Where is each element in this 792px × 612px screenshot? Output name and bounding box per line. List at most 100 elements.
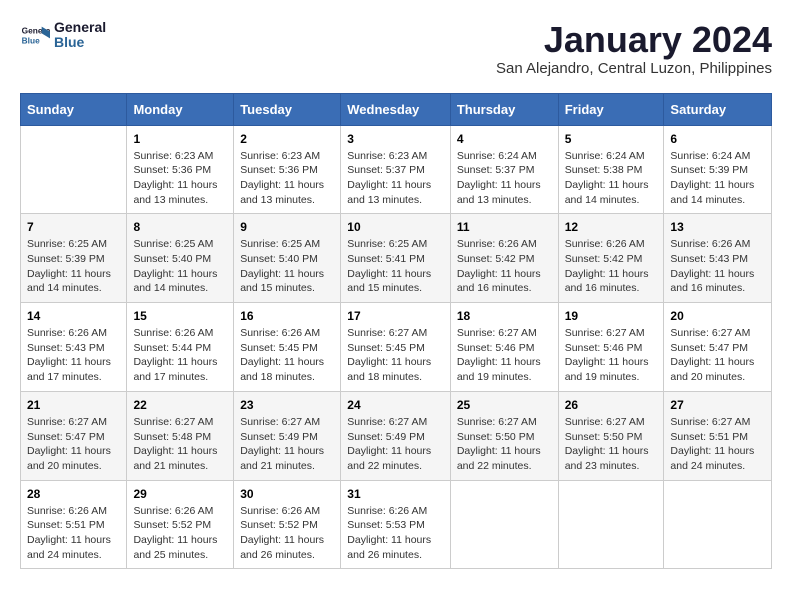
calendar-cell: 9 Sunrise: 6:25 AM Sunset: 5:40 PM Daylig… [234,214,341,303]
day-header-wednesday: Wednesday [341,93,451,125]
calendar-cell: 11 Sunrise: 6:26 AM Sunset: 5:42 PM Dayli… [450,214,558,303]
day-info: Sunrise: 6:26 AM Sunset: 5:51 PM Dayligh… [27,504,120,563]
title-section: January 2024 San Alejandro, Central Luzo… [496,20,772,77]
svg-text:Blue: Blue [22,36,40,46]
day-info: Sunrise: 6:27 AM Sunset: 5:48 PM Dayligh… [133,415,227,474]
day-number: 29 [133,487,227,501]
calendar-cell: 8Sunrise: 6:25 AM Sunset: 5:40 PM Daylig… [127,214,234,303]
day-number: 12 [565,220,658,234]
calendar-cell: 20 Sunrise: 6:27 AM Sunset: 5:47 PM Dayli… [664,303,772,392]
calendar-cell: 18Sunrise: 6:27 AM Sunset: 5:46 PM Dayli… [450,303,558,392]
calendar-cell: 19 Sunrise: 6:27 AM Sunset: 5:46 PM Dayli… [558,303,664,392]
day-info: Sunrise: 6:26 AM Sunset: 5:43 PM Dayligh… [670,237,765,296]
calendar-cell [450,480,558,569]
calendar-cell: 1Sunrise: 6:23 AM Sunset: 5:36 PM Daylig… [127,125,234,214]
day-header-monday: Monday [127,93,234,125]
day-info: Sunrise: 6:26 AM Sunset: 5:42 PM Dayligh… [457,237,552,296]
calendar-cell: 27 Sunrise: 6:27 AM Sunset: 5:51 PM Dayli… [664,391,772,480]
day-number: 10 [347,220,444,234]
day-info: Sunrise: 6:27 AM Sunset: 5:45 PM Dayligh… [347,326,444,385]
calendar-cell: 14 Sunrise: 6:26 AM Sunset: 5:43 PM Dayli… [21,303,127,392]
calendar-cell: 15 Sunrise: 6:26 AM Sunset: 5:44 PM Dayli… [127,303,234,392]
day-number: 4 [457,132,552,146]
calendar-title: January 2024 [496,20,772,60]
day-info: Sunrise: 6:26 AM Sunset: 5:43 PM Dayligh… [27,326,120,385]
day-number: 22 [133,398,227,412]
day-number: 13 [670,220,765,234]
calendar-cell: 28 Sunrise: 6:26 AM Sunset: 5:51 PM Dayli… [21,480,127,569]
day-number: 19 [565,309,658,323]
calendar-cell: 13 Sunrise: 6:26 AM Sunset: 5:43 PM Dayli… [664,214,772,303]
day-header-tuesday: Tuesday [234,93,341,125]
day-info: Sunrise: 6:27 AM Sunset: 5:51 PM Dayligh… [670,415,765,474]
day-info: Sunrise: 6:25 AM Sunset: 5:40 PM Dayligh… [240,237,334,296]
day-number: 25 [457,398,552,412]
calendar-cell: 2 Sunrise: 6:23 AM Sunset: 5:36 PM Daylig… [234,125,341,214]
day-info: Sunrise: 6:25 AM Sunset: 5:39 PM Dayligh… [27,237,120,296]
day-number: 24 [347,398,444,412]
day-info: Sunrise: 6:24 AM Sunset: 5:38 PM Dayligh… [565,149,658,208]
day-number: 5 [565,132,658,146]
day-info: Sunrise: 6:23 AM Sunset: 5:36 PM Dayligh… [133,149,227,208]
calendar-cell: 29 Sunrise: 6:26 AM Sunset: 5:52 PM Dayli… [127,480,234,569]
day-info: Sunrise: 6:27 AM Sunset: 5:49 PM Dayligh… [347,415,444,474]
day-info: Sunrise: 6:27 AM Sunset: 5:47 PM Dayligh… [27,415,120,474]
day-info: Sunrise: 6:26 AM Sunset: 5:52 PM Dayligh… [133,504,227,563]
calendar-subtitle: San Alejandro, Central Luzon, Philippine… [496,60,772,77]
day-number: 28 [27,487,120,501]
day-number: 30 [240,487,334,501]
calendar-cell: 5 Sunrise: 6:24 AM Sunset: 5:38 PM Daylig… [558,125,664,214]
day-number: 14 [27,309,120,323]
day-info: Sunrise: 6:26 AM Sunset: 5:45 PM Dayligh… [240,326,334,385]
calendar-cell: 22 Sunrise: 6:27 AM Sunset: 5:48 PM Dayli… [127,391,234,480]
day-info: Sunrise: 6:26 AM Sunset: 5:42 PM Dayligh… [565,237,658,296]
calendar-cell: 25Sunrise: 6:27 AM Sunset: 5:50 PM Dayli… [450,391,558,480]
calendar-table: SundayMondayTuesdayWednesdayThursdayFrid… [20,93,772,570]
calendar-cell: 16 Sunrise: 6:26 AM Sunset: 5:45 PM Dayli… [234,303,341,392]
calendar-cell: 4 Sunrise: 6:24 AM Sunset: 5:37 PM Daylig… [450,125,558,214]
day-number: 2 [240,132,334,146]
day-header-friday: Friday [558,93,664,125]
day-number: 26 [565,398,658,412]
calendar-cell: 23Sunrise: 6:27 AM Sunset: 5:49 PM Dayli… [234,391,341,480]
day-info: Sunrise: 6:23 AM Sunset: 5:36 PM Dayligh… [240,149,334,208]
day-info: Sunrise: 6:26 AM Sunset: 5:44 PM Dayligh… [133,326,227,385]
day-number: 11 [457,220,552,234]
day-info: Sunrise: 6:27 AM Sunset: 5:46 PM Dayligh… [565,326,658,385]
calendar-cell: 26 Sunrise: 6:27 AM Sunset: 5:50 PM Dayli… [558,391,664,480]
calendar-cell [558,480,664,569]
calendar-cell: 24 Sunrise: 6:27 AM Sunset: 5:49 PM Dayli… [341,391,451,480]
day-info: Sunrise: 6:23 AM Sunset: 5:37 PM Dayligh… [347,149,444,208]
calendar-cell: 3 Sunrise: 6:23 AM Sunset: 5:37 PM Daylig… [341,125,451,214]
logo-text-blue: Blue [54,35,106,50]
day-number: 17 [347,309,444,323]
day-info: Sunrise: 6:27 AM Sunset: 5:50 PM Dayligh… [565,415,658,474]
calendar-cell: 12 Sunrise: 6:26 AM Sunset: 5:42 PM Dayli… [558,214,664,303]
day-info: Sunrise: 6:26 AM Sunset: 5:53 PM Dayligh… [347,504,444,563]
day-info: Sunrise: 6:27 AM Sunset: 5:47 PM Dayligh… [670,326,765,385]
day-number: 18 [457,309,552,323]
logo-icon: General Blue [20,20,50,50]
calendar-cell: 31Sunrise: 6:26 AM Sunset: 5:53 PM Dayli… [341,480,451,569]
day-number: 15 [133,309,227,323]
calendar-cell: 30 Sunrise: 6:26 AM Sunset: 5:52 PM Dayli… [234,480,341,569]
logo-text-general: General [54,20,106,35]
calendar-cell: 7Sunrise: 6:25 AM Sunset: 5:39 PM Daylig… [21,214,127,303]
day-info: Sunrise: 6:24 AM Sunset: 5:37 PM Dayligh… [457,149,552,208]
day-number: 3 [347,132,444,146]
day-info: Sunrise: 6:24 AM Sunset: 5:39 PM Dayligh… [670,149,765,208]
day-number: 6 [670,132,765,146]
day-number: 27 [670,398,765,412]
day-header-thursday: Thursday [450,93,558,125]
calendar-cell [664,480,772,569]
logo: General Blue General Blue [20,20,106,51]
day-number: 8 [133,220,227,234]
day-header-sunday: Sunday [21,93,127,125]
day-info: Sunrise: 6:26 AM Sunset: 5:52 PM Dayligh… [240,504,334,563]
day-number: 9 [240,220,334,234]
day-number: 23 [240,398,334,412]
day-info: Sunrise: 6:25 AM Sunset: 5:41 PM Dayligh… [347,237,444,296]
day-header-saturday: Saturday [664,93,772,125]
day-number: 16 [240,309,334,323]
day-number: 20 [670,309,765,323]
